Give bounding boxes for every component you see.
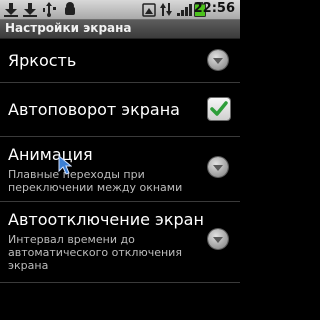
setting-title: Анимация — [8, 145, 93, 164]
dropdown-button[interactable] — [208, 50, 228, 70]
setting-animation[interactable]: Анимация Плавные переходы при переключен… — [0, 137, 240, 202]
data-activity-icon — [160, 3, 172, 16]
pointer-cursor-icon — [58, 155, 72, 175]
status-bar: 22:56 — [0, 0, 240, 20]
setting-brightness[interactable]: Яркость — [0, 39, 240, 83]
usb-icon — [43, 2, 56, 17]
auto-rotate-checkbox[interactable] — [208, 98, 230, 120]
check-icon — [210, 101, 228, 116]
title-bar: Настройки экрана — [0, 20, 240, 39]
setting-title: Автоповорот экрана — [8, 100, 180, 119]
setting-screen-timeout[interactable]: Автоотключение экран Интервал времени до… — [0, 202, 240, 283]
setting-title: Яркость — [8, 51, 77, 70]
signal-icon — [177, 4, 192, 16]
clock: 22:56 — [193, 1, 235, 16]
page-title: Настройки экрана — [5, 21, 132, 35]
setting-auto-rotate[interactable]: Автоповорот экрана — [0, 83, 240, 137]
chevron-down-icon — [213, 165, 223, 171]
wifi-icon — [142, 3, 156, 17]
setting-summary: Плавные переходы при переключении между … — [8, 168, 183, 194]
android-icon — [65, 2, 75, 15]
setting-summary: Интервал времени до автоматического откл… — [8, 233, 182, 272]
download-icon — [23, 3, 37, 17]
chevron-down-icon — [213, 58, 223, 64]
setting-title: Автоотключение экран — [8, 210, 204, 229]
chevron-down-icon — [213, 237, 223, 243]
dropdown-button[interactable] — [208, 157, 228, 177]
download-icon — [4, 3, 18, 17]
dropdown-button[interactable] — [208, 229, 228, 249]
